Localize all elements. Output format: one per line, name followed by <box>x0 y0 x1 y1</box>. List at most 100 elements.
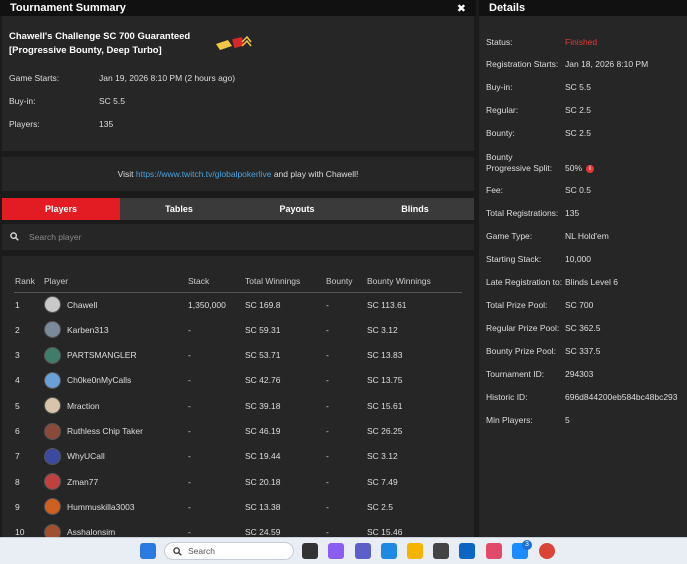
rank-cell: 5 <box>15 400 20 411</box>
stack-cell: - <box>188 350 191 361</box>
summary-label: Buy-in: <box>9 96 36 106</box>
bounty-winnings-cell: SC 2.5 <box>367 501 393 512</box>
detail-label: Status: <box>486 37 513 47</box>
table-row[interactable]: 6 Ruthless Chip Taker - SC 46.19 - SC 26.25 <box>2 419 474 444</box>
detail-label: Regular Prize Pool: <box>486 323 560 333</box>
photos-icon[interactable] <box>486 543 502 559</box>
stack-cell: - <box>188 451 191 462</box>
rank-cell: 3 <box>15 350 20 361</box>
rank-cell: 7 <box>15 451 20 462</box>
stack-cell: - <box>188 324 191 335</box>
outlook-icon[interactable] <box>459 543 475 559</box>
table-row[interactable]: 3 PARTSMANGLER - SC 53.71 - SC 13.83 <box>2 343 474 368</box>
col-stack: Stack <box>188 276 210 286</box>
col-bounty-winnings: Bounty Winnings <box>367 276 431 286</box>
avatar <box>44 397 61 415</box>
bounty-cell: - <box>326 324 329 335</box>
bounty-cell: - <box>326 299 329 310</box>
detail-label: Bounty Progressive Split: <box>486 152 553 173</box>
windows-start-icon[interactable] <box>140 543 156 559</box>
detail-value-text: 294303 <box>565 369 594 379</box>
stack-cell: - <box>188 400 191 411</box>
stack-cell: - <box>188 375 191 386</box>
player-cell: PARTSMANGLER <box>44 343 137 368</box>
rank-cell: 8 <box>15 476 20 487</box>
total-winnings-cell: SC 53.71 <box>245 350 281 361</box>
twitch-link[interactable]: https://www.twitch.tv/globalpokerlive <box>136 169 272 179</box>
bounty-winnings-cell: SC 15.61 <box>367 400 403 411</box>
detail-value: SC 2.5 <box>565 128 591 138</box>
detail-value-text: SC 0.5 <box>565 185 591 195</box>
detail-value-text: SC 362.5 <box>565 323 601 333</box>
table-row[interactable]: 5 Mraction - SC 39.18 - SC 15.61 <box>2 393 474 418</box>
total-winnings-cell: SC 24.59 <box>245 527 281 537</box>
detail-label: Game Type: <box>486 231 533 241</box>
tab-tables[interactable]: Tables <box>120 198 238 220</box>
bounty-winnings-cell: SC 26.25 <box>367 426 403 436</box>
table-row[interactable]: 8 Zman77 - SC 20.18 - SC 7.49 <box>2 469 474 494</box>
table-row[interactable]: 10 Asshalonsim - SC 24.59 - SC 15.46 <box>2 520 474 537</box>
edge-icon[interactable] <box>381 543 397 559</box>
detail-label: Total Prize Pool: <box>486 300 548 310</box>
total-winnings-cell: SC 42.76 <box>245 375 281 386</box>
taskbar-search[interactable]: Search <box>164 542 294 560</box>
store-icon[interactable] <box>433 543 449 559</box>
detail-value-text: SC 337.5 <box>565 346 601 356</box>
task-view-icon[interactable] <box>302 543 318 559</box>
tab-payouts[interactable]: Payouts <box>238 198 356 220</box>
summary-value: 135 <box>99 119 114 129</box>
avatar <box>44 523 61 537</box>
stack-cell: - <box>188 527 191 537</box>
detail-value-text: Jan 18, 2026 8:10 PM <box>565 59 649 69</box>
table-row[interactable]: 1 Chawell 1,350,000 SC 169.8 - SC 113.61 <box>2 292 474 317</box>
rank-cell: 9 <box>15 501 20 512</box>
close-icon[interactable]: ✖ <box>457 2 466 15</box>
info-icon[interactable]: i <box>586 164 595 173</box>
player-cell: WhyUCall <box>44 444 105 469</box>
player-name: Mraction <box>67 400 100 411</box>
table-row[interactable]: 9 Hummuskilla3003 - SC 13.38 - SC 2.5 <box>2 494 474 519</box>
total-winnings-cell: SC 20.18 <box>245 476 281 487</box>
stack-cell: - <box>188 426 191 436</box>
detail-label: Registration Starts: <box>486 59 559 69</box>
bounty-cell: - <box>326 350 329 361</box>
table-row[interactable]: 7 WhyUCall - SC 19.44 - SC 3.12 <box>2 444 474 469</box>
player-name: Asshalonsim <box>67 527 116 537</box>
tournament-name: Chawell's Challenge SC 700 Guaranteed [P… <box>9 31 191 56</box>
detail-value: SC 337.5 <box>565 346 600 356</box>
avatar <box>44 321 61 339</box>
table-row[interactable]: 4 Ch0ke0nMyCalls - SC 42.76 - SC 13.75 <box>2 368 474 393</box>
detail-label: Tournament ID: <box>486 369 545 379</box>
chrome-icon[interactable] <box>539 543 555 559</box>
rank-cell: 2 <box>15 324 20 335</box>
detail-label: Late Registration to: <box>486 277 563 287</box>
detail-value-text: 5 <box>565 415 570 425</box>
search-input[interactable] <box>29 232 429 242</box>
player-name: Zman77 <box>67 476 99 487</box>
file-explorer-icon[interactable] <box>407 543 423 559</box>
bounty-winnings-cell: SC 15.46 <box>367 527 403 537</box>
detail-value: Blinds Level 6 <box>565 277 618 287</box>
detail-value-text: 50% <box>565 163 583 173</box>
teams-icon[interactable] <box>355 543 371 559</box>
detail-label: Historic ID: <box>486 392 528 402</box>
player-cell: Ruthless Chip Taker <box>44 419 143 444</box>
player-cell: Mraction <box>44 393 100 418</box>
table-row[interactable]: 2 Karben313 - SC 59.31 - SC 3.12 <box>2 317 474 342</box>
copilot-icon[interactable] <box>328 543 344 559</box>
rank-cell: 6 <box>15 426 20 436</box>
bounty-cell: - <box>326 527 329 537</box>
bounty-winnings-cell: SC 7.49 <box>367 476 398 487</box>
player-name: Chawell <box>67 299 98 310</box>
notification-badge: 3 <box>522 540 532 550</box>
tab-bar: Players Tables Payouts Blinds <box>2 198 474 220</box>
detail-value: Jan 18, 2026 8:10 PM <box>565 59 648 69</box>
tab-blinds[interactable]: Blinds <box>356 198 474 220</box>
detail-value: 10,000 <box>565 254 591 264</box>
detail-value: 135 <box>565 208 579 218</box>
total-winnings-cell: SC 46.19 <box>245 426 281 436</box>
avatar <box>44 498 61 516</box>
rank-cell: 1 <box>15 299 20 310</box>
player-name: WhyUCall <box>67 451 105 462</box>
tab-players[interactable]: Players <box>2 198 120 220</box>
